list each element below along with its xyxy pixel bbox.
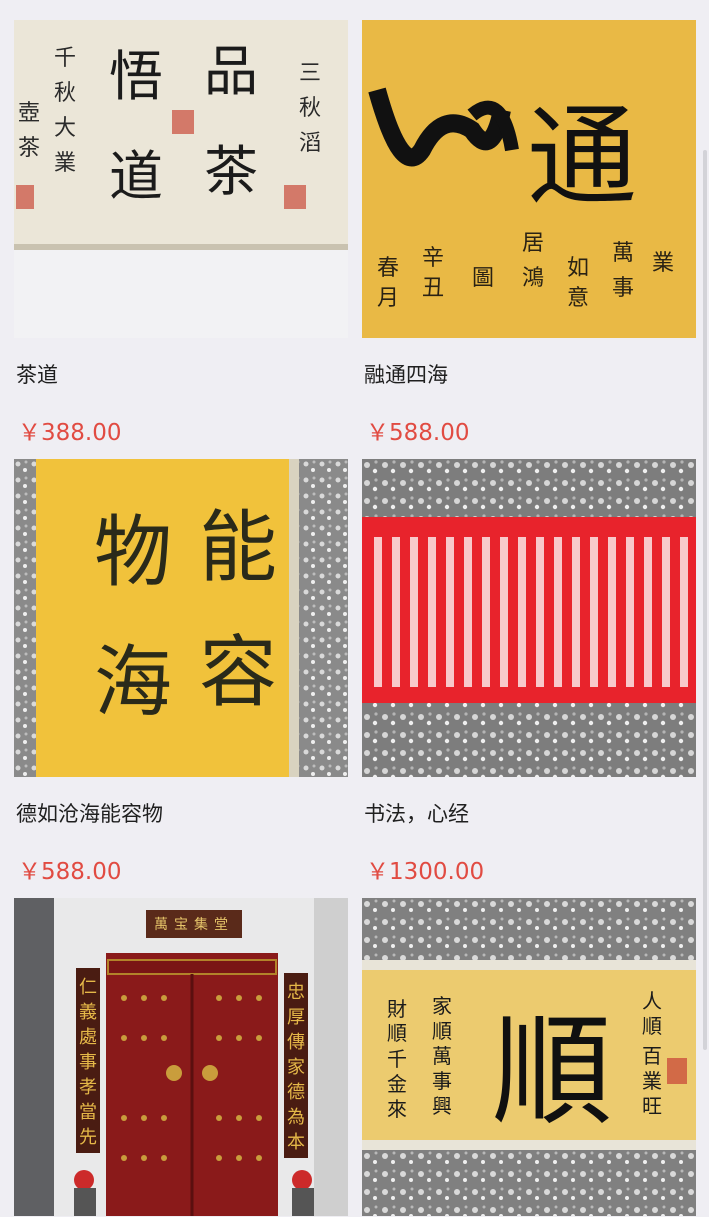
product-image-shun-scroll[interactable]: 順 家順萬事興 財順千金來 人順百業旺 xyxy=(362,898,696,1216)
svg-text:萬: 萬 xyxy=(432,1044,452,1068)
svg-text:圖: 圖 xyxy=(472,266,494,291)
product-card[interactable]: 能 容 物 海 德如沧海能容物 ￥588.00 xyxy=(14,459,348,885)
svg-text:滔: 滔 xyxy=(299,131,321,156)
svg-text:通: 通 xyxy=(527,93,637,221)
svg-text:順: 順 xyxy=(492,1003,612,1142)
product-card[interactable]: 萬宝 集堂 仁 義 處 事 孝 當 先 忠 厚 傳 家 德 為 本 xyxy=(14,898,348,1216)
svg-text:能: 能 xyxy=(199,503,277,593)
product-title[interactable]: 书法，心经 xyxy=(364,798,469,828)
svg-text:如: 如 xyxy=(567,256,589,281)
svg-text:德: 德 xyxy=(287,1082,305,1103)
svg-text:物: 物 xyxy=(94,508,172,598)
svg-text:金: 金 xyxy=(387,1072,407,1096)
product-card[interactable]: 书法，心经 ￥1300.00 xyxy=(362,459,696,885)
scrollbar[interactable] xyxy=(703,150,707,1050)
svg-text:本: 本 xyxy=(287,1132,305,1153)
svg-text:厚: 厚 xyxy=(287,1007,305,1028)
svg-text:居: 居 xyxy=(522,231,544,256)
product-image-door-couplets[interactable]: 萬宝 集堂 仁 義 處 事 孝 當 先 忠 厚 傳 家 德 為 本 xyxy=(14,898,348,1216)
product-image-gold-vertical[interactable]: 能 容 物 海 xyxy=(14,459,348,777)
svg-text:秋: 秋 xyxy=(299,96,321,121)
product-card[interactable]: 品 茶 悟 道 千秋 大業 三秋 滔 壺茶 茶道 ￥388.00 xyxy=(14,20,348,446)
svg-text:當: 當 xyxy=(79,1102,97,1123)
svg-text:順: 順 xyxy=(642,1014,662,1038)
svg-text:先: 先 xyxy=(79,1127,97,1148)
svg-text:茶: 茶 xyxy=(18,136,40,161)
product-image-tea-calligraphy[interactable]: 品 茶 悟 道 千秋 大業 三秋 滔 壺茶 xyxy=(14,20,348,338)
svg-text:意: 意 xyxy=(567,286,589,311)
product-title[interactable]: 融通四海 xyxy=(364,359,448,389)
svg-text:秋: 秋 xyxy=(54,81,76,106)
svg-text:大: 大 xyxy=(54,116,76,141)
svg-text:海: 海 xyxy=(94,638,172,728)
svg-text:三: 三 xyxy=(299,61,321,86)
svg-text:順: 順 xyxy=(432,1019,452,1043)
product-price: ￥388.00 xyxy=(18,420,122,446)
svg-text:千: 千 xyxy=(387,1047,407,1071)
product-title[interactable]: 茶道 xyxy=(16,359,58,389)
svg-text:來: 來 xyxy=(387,1097,407,1121)
svg-text:萬: 萬 xyxy=(154,917,168,933)
svg-text:月: 月 xyxy=(377,286,399,311)
svg-text:品: 品 xyxy=(204,40,258,103)
svg-text:義: 義 xyxy=(79,1002,97,1023)
svg-text:丑: 丑 xyxy=(422,276,444,301)
svg-text:傳: 傳 xyxy=(287,1032,305,1053)
svg-text:忠: 忠 xyxy=(287,982,305,1003)
product-price: ￥588.00 xyxy=(18,859,122,885)
svg-text:家: 家 xyxy=(287,1057,305,1078)
svg-text:道: 道 xyxy=(109,145,163,208)
svg-text:百: 百 xyxy=(642,1044,662,1068)
svg-text:順: 順 xyxy=(387,1021,407,1045)
svg-text:事: 事 xyxy=(79,1052,97,1073)
svg-text:事: 事 xyxy=(612,276,634,301)
svg-text:業: 業 xyxy=(652,251,674,276)
product-card[interactable]: 通 業 萬事 如意 居鴻 圖 辛丑 春月 融通四海 ￥588.00 xyxy=(362,20,696,446)
svg-text:興: 興 xyxy=(432,1094,452,1118)
product-image-gold-calligraphy[interactable]: 通 業 萬事 如意 居鴻 圖 辛丑 春月 xyxy=(362,20,696,338)
svg-text:處: 處 xyxy=(79,1027,97,1048)
svg-text:事: 事 xyxy=(432,1069,452,1093)
svg-text:業: 業 xyxy=(642,1069,662,1093)
svg-text:人: 人 xyxy=(642,989,662,1013)
svg-text:旺: 旺 xyxy=(642,1094,662,1118)
svg-text:孝: 孝 xyxy=(79,1077,97,1098)
svg-text:業: 業 xyxy=(54,151,76,176)
product-title[interactable]: 德如沧海能容物 xyxy=(16,798,163,828)
svg-text:家: 家 xyxy=(432,994,452,1018)
svg-text:為: 為 xyxy=(287,1107,305,1128)
svg-text:壺: 壺 xyxy=(18,101,40,126)
product-card[interactable]: 順 家順萬事興 財順千金來 人順百業旺 xyxy=(362,898,696,1216)
svg-text:鴻: 鴻 xyxy=(522,266,544,291)
svg-text:悟: 悟 xyxy=(109,45,163,108)
svg-text:容: 容 xyxy=(199,628,277,718)
svg-text:萬: 萬 xyxy=(612,241,634,266)
svg-text:千: 千 xyxy=(54,46,76,71)
product-image-heart-sutra[interactable] xyxy=(362,459,696,777)
svg-text:堂: 堂 xyxy=(214,917,228,933)
svg-text:集: 集 xyxy=(194,916,208,933)
svg-text:宝: 宝 xyxy=(174,917,188,933)
svg-text:茶: 茶 xyxy=(204,140,258,203)
product-price: ￥588.00 xyxy=(366,420,470,446)
product-price: ￥1300.00 xyxy=(366,859,485,885)
svg-text:春: 春 xyxy=(377,256,399,281)
svg-text:仁: 仁 xyxy=(79,977,97,998)
svg-text:辛: 辛 xyxy=(422,246,444,271)
svg-text:財: 財 xyxy=(387,997,407,1021)
